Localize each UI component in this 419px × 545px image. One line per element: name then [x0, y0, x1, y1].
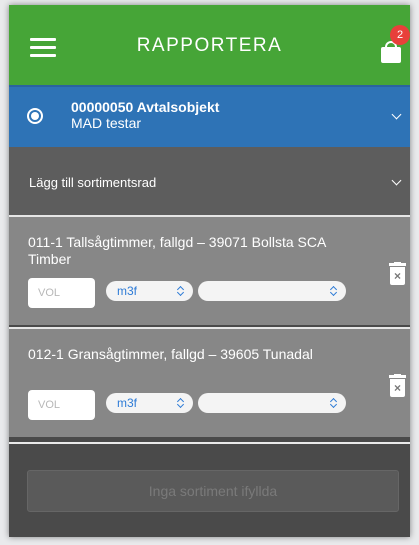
delete-trash-icon[interactable]: ×: [389, 262, 406, 285]
assortment-name: 011-1 Tallsågtimmer, fallgd – 39071 Boll…: [28, 234, 326, 267]
assortment-name: 012-1 Gransågtimmer, fallgd – 39605 Tuna…: [28, 346, 313, 362]
chevron-down-icon[interactable]: [391, 175, 402, 186]
contract-object-selector[interactable]: 00000050 Avtalsobjekt MAD testar: [9, 85, 410, 147]
grade-select[interactable]: [198, 393, 346, 413]
top-bar: RAPPORTERA 2: [9, 5, 410, 85]
chevron-down-icon[interactable]: [391, 109, 402, 120]
unit-select-value: m3f: [117, 284, 138, 298]
grade-select[interactable]: [198, 281, 346, 301]
footer: Inga sortiment ifyllda: [9, 442, 410, 537]
hamburger-menu-icon[interactable]: [30, 38, 56, 58]
contract-object-subtitle: MAD testar: [71, 115, 142, 131]
add-assortment-label: Lägg till sortimentsrad: [29, 175, 157, 190]
unit-select-value: m3f: [117, 396, 138, 410]
delete-trash-icon[interactable]: ×: [389, 374, 406, 397]
contract-object-title: 00000050 Avtalsobjekt: [71, 99, 220, 115]
volume-input[interactable]: [28, 390, 95, 420]
add-assortment-row[interactable]: Lägg till sortimentsrad: [9, 147, 410, 215]
page-title: RAPPORTERA: [136, 35, 283, 56]
app-screen: RAPPORTERA 2 00000050 Avtalsobjekt MAD t…: [9, 5, 410, 537]
select-arrows-icon: [330, 398, 337, 408]
select-arrows-icon: [177, 398, 184, 408]
assortment-item: 011-1 Tallsågtimmer, fallgd – 39071 Boll…: [9, 215, 410, 325]
volume-input[interactable]: [28, 278, 95, 308]
cart-count-badge: 2: [390, 25, 410, 45]
radio-selected-icon[interactable]: [27, 108, 43, 124]
unit-select[interactable]: m3f: [106, 281, 193, 301]
assortment-item: 012-1 Gransågtimmer, fallgd – 39605 Tuna…: [9, 327, 410, 437]
select-arrows-icon: [177, 286, 184, 296]
unit-select[interactable]: m3f: [106, 393, 193, 413]
submit-button[interactable]: Inga sortiment ifyllda: [27, 470, 399, 512]
select-arrows-icon: [330, 286, 337, 296]
